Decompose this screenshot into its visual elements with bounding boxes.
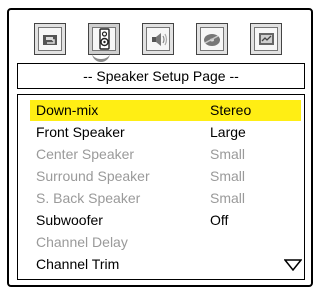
menu-item-surround-speaker: Surround Speaker Small (30, 166, 300, 187)
menu-item-down-mix[interactable]: Down-mix Stereo (30, 100, 301, 121)
audio-icon[interactable] (142, 23, 174, 55)
preferences-icon[interactable] (250, 23, 282, 55)
menu-item-center-speaker: Center Speaker Small (30, 144, 300, 165)
menu-item-label: Channel Delay (36, 234, 128, 250)
menu-item-value: Large (210, 124, 246, 140)
page-title: -- Speaker Setup Page -- (17, 63, 305, 89)
menu-item-value: Small (210, 168, 246, 184)
menu-item-label: Surround Speaker (36, 168, 150, 184)
menu-item-subwoofer[interactable]: Subwoofer Off (30, 210, 300, 231)
menu-item-channel-delay: Channel Delay (30, 232, 300, 253)
menu-item-front-speaker[interactable]: Front Speaker Large (30, 122, 300, 143)
menu-item-label: Subwoofer (36, 212, 103, 228)
menu-item-value: Small (210, 190, 246, 206)
menu-item-value: Off (210, 212, 229, 228)
menu-item-label: Center Speaker (36, 146, 135, 162)
menu-item-label: Down-mix (36, 102, 99, 118)
general-setup-icon[interactable] (34, 23, 66, 55)
scroll-down-arrow-icon[interactable] (284, 259, 302, 271)
menu-item-value: Stereo (210, 102, 252, 118)
speaker-setup-menu: Down-mix Stereo Front Speaker Large Cent… (17, 94, 305, 280)
menu-item-label: Front Speaker (36, 124, 125, 140)
menu-item-label: S. Back Speaker (36, 190, 141, 206)
menu-item-s-back-speaker: S. Back Speaker Small (30, 188, 300, 209)
setup-tab-bar (34, 23, 284, 62)
menu-item-channel-trim[interactable]: Channel Trim (30, 254, 300, 275)
video-disc-icon[interactable] (196, 23, 228, 55)
menu-item-value: Small (210, 146, 246, 162)
menu-item-label: Channel Trim (36, 256, 120, 272)
